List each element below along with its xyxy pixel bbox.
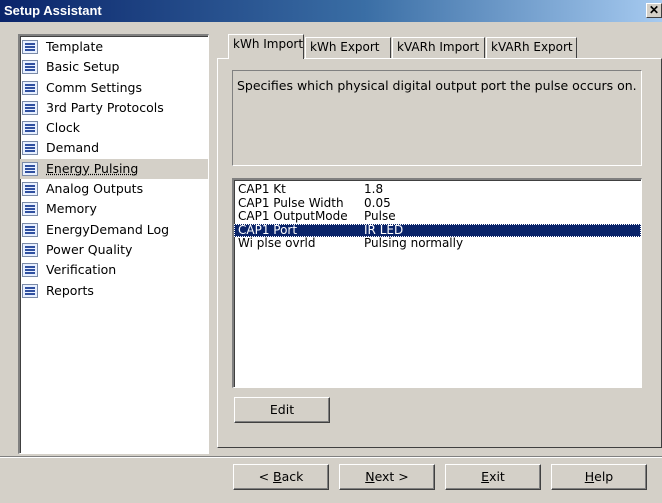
document-icon: [22, 263, 38, 278]
tab-kwh-export[interactable]: kWh Export: [305, 37, 391, 58]
nav-item-label: Power Quality: [46, 241, 133, 257]
param-row[interactable]: CAP1 Pulse Width 0.05: [234, 195, 641, 211]
back-mnemonic: B: [273, 469, 282, 484]
parameter-list[interactable]: CAP1 Kt 1.8 CAP1 Pulse Width 0.05 CAP1 Out…: [232, 178, 642, 388]
divider: [0, 456, 662, 458]
document-icon: [22, 202, 38, 217]
nav-item-memory[interactable]: Memory: [20, 199, 208, 219]
close-icon[interactable]: ✕: [646, 3, 662, 18]
setup-assistant-window: Setup Assistant ✕ Template Basic Setup C…: [0, 0, 662, 503]
nav-item-energydemand-log[interactable]: EnergyDemand Log: [20, 220, 208, 240]
nav-item-label: Basic Setup: [46, 59, 120, 75]
param-row[interactable]: CAP1 Kt 1.8: [234, 183, 641, 197]
back-rest: ack: [281, 469, 304, 484]
nav-item-label: 3rd Party Protocols: [46, 99, 164, 115]
document-icon: [22, 182, 38, 197]
document-icon: [22, 40, 38, 54]
nav-item-demand[interactable]: Demand: [20, 138, 208, 158]
document-icon: [22, 141, 38, 156]
nav-item-comm-settings[interactable]: Comm Settings: [20, 78, 208, 98]
document-icon: [22, 222, 38, 237]
category-items: Template Basic Setup Comm Settings 3rd P…: [20, 36, 208, 301]
nav-item-3rd-party-protocols[interactable]: 3rd Party Protocols: [20, 98, 208, 118]
param-name: CAP1 Port: [238, 222, 298, 237]
document-icon: [22, 283, 38, 298]
exit-rest: xit: [489, 469, 505, 484]
nav-item-label: Analog Outputs: [46, 181, 144, 197]
nav-item-power-quality[interactable]: Power Quality: [20, 240, 208, 260]
exit-button[interactable]: Exit: [445, 464, 541, 490]
nav-item-label: EnergyDemand Log: [46, 221, 170, 237]
nav-item-label: Reports: [46, 282, 94, 298]
description-box: Specifies which physical digital output …: [232, 70, 642, 166]
nav-item-label: Memory: [46, 201, 97, 217]
next-button[interactable]: Next >: [339, 464, 435, 490]
param-name: Wi plse ovrld: [238, 236, 316, 250]
next-rest: ext >: [374, 469, 409, 484]
document-icon: [22, 60, 38, 75]
param-name: CAP1 Kt: [238, 182, 286, 196]
tab-kvarh-import[interactable]: kVARh Import: [392, 37, 485, 58]
nav-item-reports[interactable]: Reports: [20, 281, 208, 301]
nav-item-label: Demand: [46, 140, 100, 156]
param-row[interactable]: CAP1 OutputMode Pulse: [234, 210, 641, 224]
title-bar[interactable]: Setup Assistant ✕: [0, 0, 662, 22]
back-prefix: <: [258, 469, 274, 484]
tab-kvarh-export[interactable]: kVARh Export: [486, 37, 577, 58]
tab-kwh-import[interactable]: kWh Import: [228, 34, 304, 59]
nav-item-analog-outputs[interactable]: Analog Outputs: [20, 179, 208, 199]
help-mnemonic: H: [584, 469, 595, 484]
document-icon: [22, 121, 38, 136]
param-value: IR LED: [364, 222, 404, 237]
param-name: CAP1 Pulse Width: [238, 195, 344, 210]
param-value: 0.05: [364, 195, 391, 210]
param-row-selected[interactable]: CAP1 Port IR LED: [234, 222, 641, 237]
nav-item-label: Energy Pulsing: [46, 160, 139, 176]
help-button[interactable]: Help: [551, 464, 647, 490]
param-value: Pulsing normally: [364, 236, 464, 250]
param-row[interactable]: Wi plse ovrld Pulsing normally: [234, 237, 641, 251]
param-value: 1.8: [364, 182, 384, 196]
document-icon: [22, 100, 38, 115]
nav-item-label: Verification: [46, 262, 117, 278]
setup-category-list[interactable]: Template Basic Setup Comm Settings 3rd P…: [18, 34, 209, 454]
edit-button[interactable]: Edit: [234, 397, 330, 423]
nav-item-basic-setup[interactable]: Basic Setup: [20, 57, 208, 77]
param-value: Pulse: [364, 209, 396, 223]
nav-item-verification[interactable]: Verification: [20, 260, 208, 280]
document-icon: [22, 242, 38, 257]
nav-item-label: Comm Settings: [46, 79, 142, 95]
next-mnemonic: N: [365, 469, 375, 484]
description-text: Specifies which physical digital output …: [237, 78, 637, 93]
exit-mnemonic: E: [481, 469, 490, 484]
document-icon: [22, 161, 38, 176]
window-title: Setup Assistant: [4, 3, 102, 18]
param-name: CAP1 OutputMode: [238, 209, 348, 223]
help-rest: elp: [594, 469, 614, 484]
nav-item-label: Template: [46, 39, 104, 54]
document-icon: [22, 80, 38, 95]
nav-item-energy-pulsing[interactable]: Energy Pulsing: [20, 158, 208, 180]
nav-item-label: Clock: [46, 120, 80, 136]
nav-item-template[interactable]: Template: [20, 37, 208, 57]
back-button[interactable]: < Back: [233, 464, 329, 490]
nav-item-clock[interactable]: Clock: [20, 118, 208, 138]
